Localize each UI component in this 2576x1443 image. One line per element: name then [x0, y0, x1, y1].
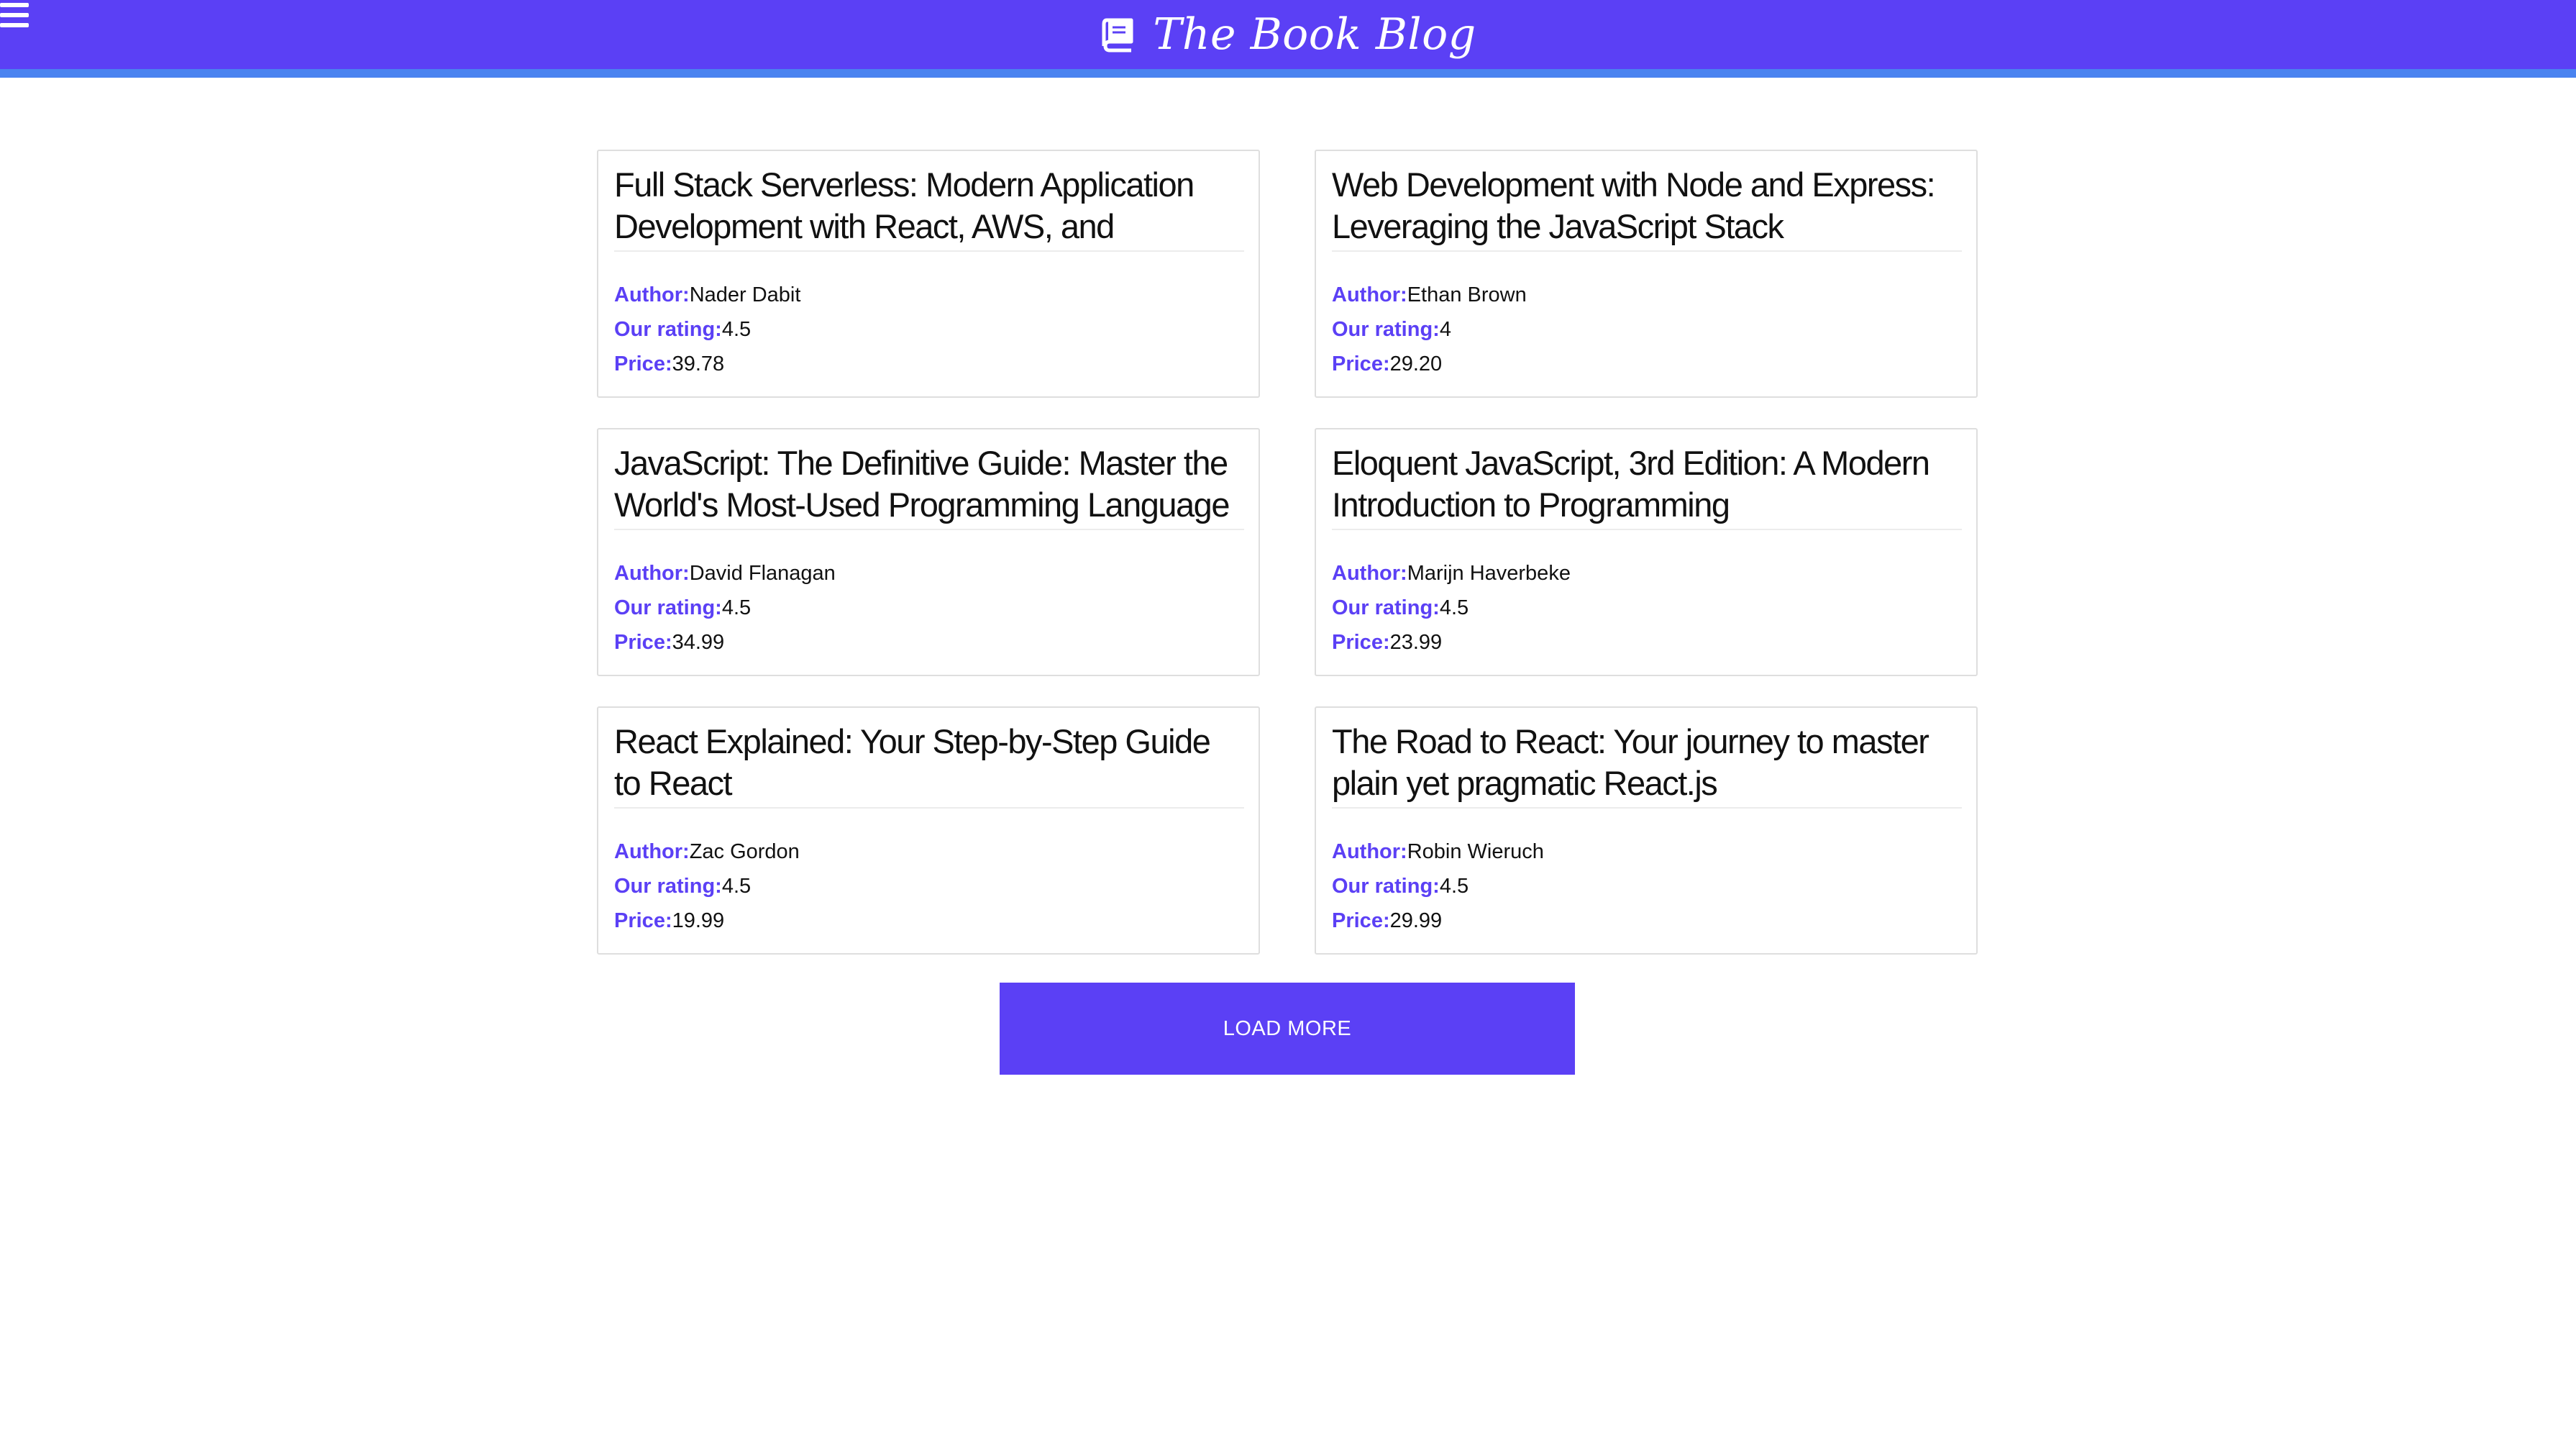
book-rating: 4.5 [721, 875, 752, 898]
book-author: Marijn Haverbeke [1407, 562, 1571, 585]
book-author: David Flanagan [689, 562, 836, 585]
book-price-row: Price:23.99 [1332, 625, 1962, 660]
book-grid: Full Stack Serverless: Modern Applicatio… [597, 150, 1978, 955]
book-price-row: Price:39.78 [614, 347, 1244, 381]
book-author-row: Author:Zac Gordon [614, 834, 1244, 869]
book-card: Web Development with Node and Express: L… [1315, 150, 1978, 398]
top-bar: The Book Blog [0, 0, 2576, 78]
book-price-row: Price:29.20 [1332, 347, 1962, 381]
book-author: Nader Dabit [689, 283, 801, 306]
book-title[interactable]: Full Stack Serverless: Modern Applicatio… [614, 164, 1244, 252]
book-price-row: Price:19.99 [614, 903, 1244, 938]
book-title[interactable]: Web Development with Node and Express: L… [1332, 164, 1962, 252]
site-brand: The Book Blog [0, 0, 2576, 69]
book-rating-row: Our rating:4.5 [614, 312, 1244, 347]
book-price: 19.99 [672, 909, 725, 932]
book-rating: 4.5 [721, 596, 752, 619]
author-label: Author: [1332, 562, 1407, 585]
book-card: Full Stack Serverless: Modern Applicatio… [597, 150, 1260, 398]
book-rating-row: Our rating:4.5 [1332, 591, 1962, 625]
price-label: Price: [1332, 631, 1390, 654]
book-author-row: Author:Marijn Haverbeke [1332, 556, 1962, 591]
rating-label: Our rating: [1332, 875, 1440, 898]
book-title[interactable]: React Explained: Your Step-by-Step Guide… [614, 721, 1244, 809]
book-card: React Explained: Your Step-by-Step Guide… [597, 706, 1260, 955]
book-rating-row: Our rating:4.5 [1332, 869, 1962, 903]
load-more-button[interactable]: LOAD MORE [1000, 983, 1575, 1075]
rating-label: Our rating: [614, 875, 722, 898]
book-card: Eloquent JavaScript, 3rd Edition: A Mode… [1315, 428, 1978, 676]
book-card: The Road to React: Your journey to maste… [1315, 706, 1978, 955]
book-price: 29.99 [1389, 909, 1443, 932]
site-title[interactable]: The Book Blog [1153, 9, 1476, 60]
book-title[interactable]: JavaScript: The Definitive Guide: Master… [614, 442, 1244, 530]
author-label: Author: [614, 283, 690, 306]
book-author-row: Author:David Flanagan [614, 556, 1244, 591]
price-label: Price: [1332, 909, 1390, 932]
book-price-row: Price:29.99 [1332, 903, 1962, 938]
book-price: 23.99 [1389, 631, 1443, 654]
book-author: Robin Wieruch [1407, 840, 1544, 863]
book-author-row: Author:Robin Wieruch [1332, 834, 1962, 869]
price-label: Price: [614, 909, 672, 932]
book-price: 29.20 [1389, 352, 1443, 375]
book-price: 39.78 [672, 352, 725, 375]
author-label: Author: [1332, 840, 1407, 863]
book-rating-row: Our rating:4.5 [614, 869, 1244, 903]
author-label: Author: [1332, 283, 1407, 306]
book-rating: 4 [1439, 318, 1451, 341]
price-label: Price: [614, 352, 672, 375]
author-label: Author: [614, 840, 690, 863]
rating-label: Our rating: [1332, 596, 1440, 619]
book-card: JavaScript: The Definitive Guide: Master… [597, 428, 1260, 676]
book-icon [1102, 18, 1133, 53]
book-rating-row: Our rating:4.5 [614, 591, 1244, 625]
book-rating: 4.5 [1439, 596, 1469, 619]
price-label: Price: [1332, 352, 1390, 375]
book-rating: 4.5 [1439, 875, 1469, 898]
price-label: Price: [614, 631, 672, 654]
book-author: Zac Gordon [689, 840, 800, 863]
book-rating: 4.5 [721, 318, 752, 341]
rating-label: Our rating: [614, 596, 722, 619]
book-author: Ethan Brown [1407, 283, 1527, 306]
book-price: 34.99 [672, 631, 725, 654]
book-rating-row: Our rating:4 [1332, 312, 1962, 347]
book-author-row: Author:Nader Dabit [614, 278, 1244, 312]
author-label: Author: [614, 562, 690, 585]
book-price-row: Price:34.99 [614, 625, 1244, 660]
book-title[interactable]: The Road to React: Your journey to maste… [1332, 721, 1962, 809]
book-author-row: Author:Ethan Brown [1332, 278, 1962, 312]
book-title[interactable]: Eloquent JavaScript, 3rd Edition: A Mode… [1332, 442, 1962, 530]
rating-label: Our rating: [614, 318, 722, 341]
rating-label: Our rating: [1332, 318, 1440, 341]
